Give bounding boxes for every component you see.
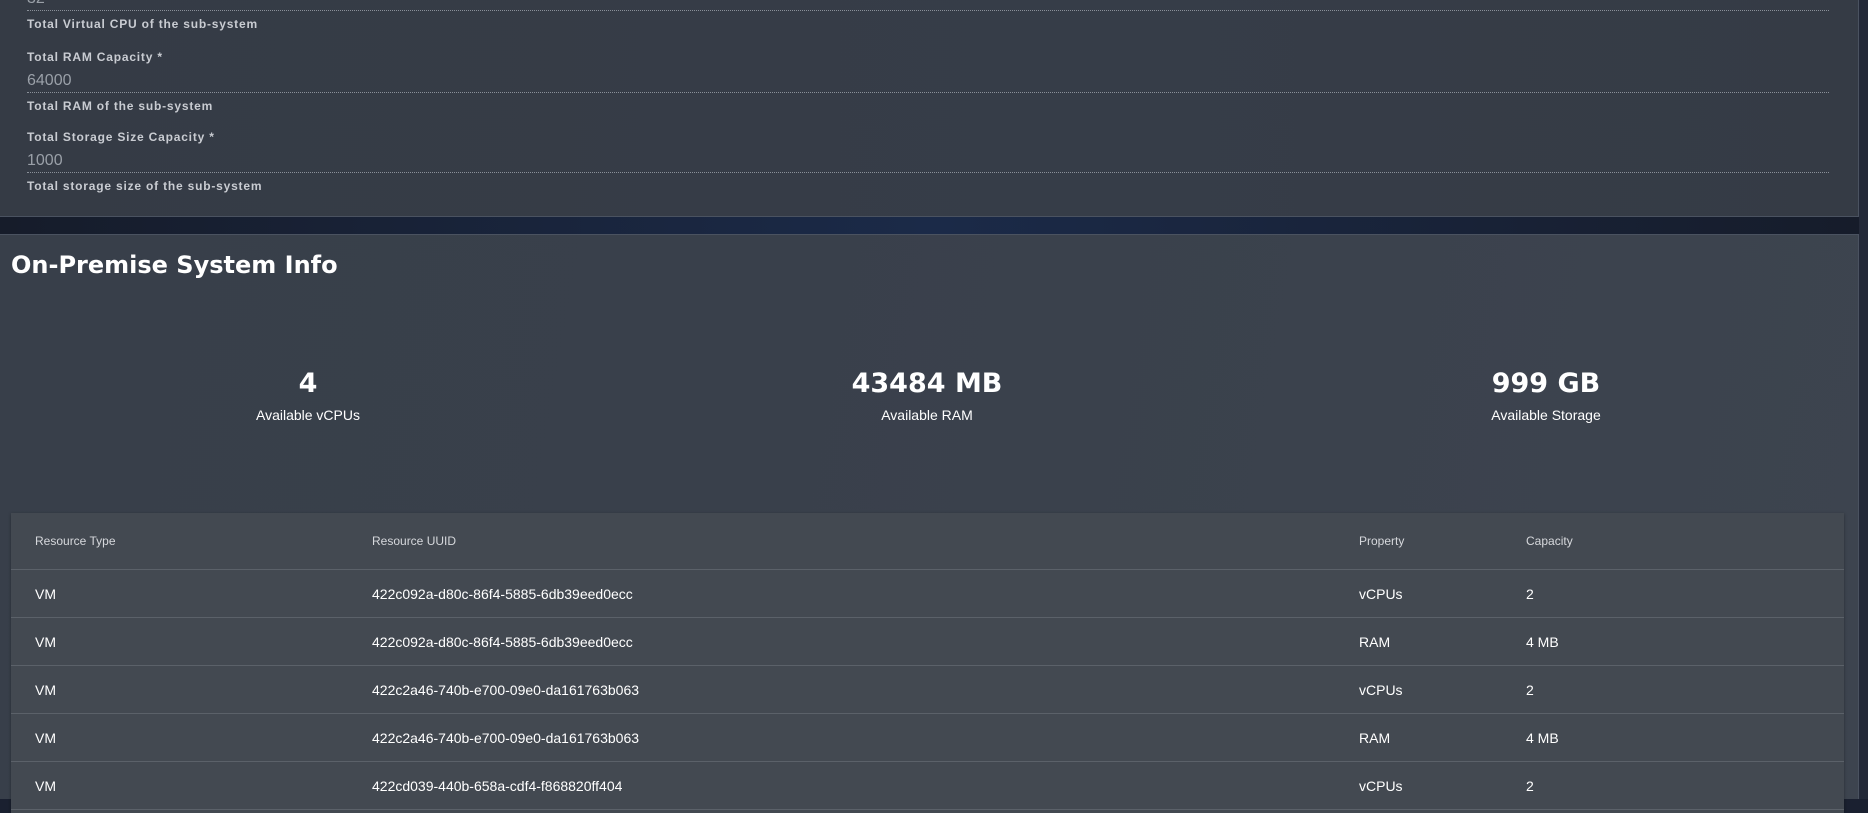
- cell-resource-type: VM: [11, 713, 372, 762]
- page-edge: [1859, 0, 1868, 799]
- column-header-capacity[interactable]: Capacity: [1526, 513, 1844, 570]
- table-row[interactable]: VM 422c2a46-740b-e700-09e0-da161763b063 …: [11, 665, 1844, 714]
- cell-resource-type: VM: [11, 617, 372, 666]
- table-row[interactable]: VM 422c2a46-740b-e700-09e0-da161763b063 …: [11, 713, 1844, 762]
- cell-property: RAM: [1359, 713, 1526, 762]
- stat-label: Available Storage: [1491, 407, 1601, 423]
- total-ram-field[interactable]: Total RAM Capacity * 64000 Total RAM of …: [27, 50, 1829, 113]
- cell-resource-type: VM: [11, 665, 372, 714]
- onprem-system-info-panel: On-Premise System Info 4 Available vCPUs…: [0, 234, 1859, 813]
- panel-gap: [0, 217, 1868, 234]
- total-storage-help: Total storage size of the sub-system: [27, 179, 263, 193]
- subsystem-capacity-panel: 32 Total Virtual CPU of the sub-system T…: [0, 0, 1859, 217]
- table-row[interactable]: VM 422c092a-d80c-86f4-5885-6db39eed0ecc …: [11, 569, 1844, 618]
- column-header-property[interactable]: Property: [1359, 513, 1526, 570]
- stat-value: 999 GB: [1491, 368, 1601, 399]
- stat-value: 4: [298, 368, 318, 399]
- cell-property: vCPUs: [1359, 665, 1526, 714]
- table-header-row: Resource Type Resource UUID Property Cap…: [11, 513, 1844, 570]
- total-ram-help: Total RAM of the sub-system: [27, 99, 214, 113]
- column-header-resource-uuid[interactable]: Resource UUID: [372, 513, 1359, 570]
- column-header-resource-type[interactable]: Resource Type: [11, 513, 372, 570]
- stat-ram: 43484 MB Available RAM: [777, 367, 1077, 423]
- table-row[interactable]: VM 422c092a-d80c-86f4-5885-6db39eed0ecc …: [11, 617, 1844, 666]
- resource-table: Resource Type Resource UUID Property Cap…: [11, 513, 1844, 813]
- cell-capacity: 2: [1526, 761, 1844, 810]
- stat-vcpus: 4 Available vCPUs: [158, 367, 458, 423]
- total-vcpu-field[interactable]: 32 Total Virtual CPU of the sub-system: [27, 0, 1829, 31]
- cell-property: vCPUs: [1359, 569, 1526, 618]
- cell-resource-type: VM: [11, 761, 372, 810]
- section-title: On-Premise System Info: [11, 251, 338, 279]
- total-vcpu-help: Total Virtual CPU of the sub-system: [27, 17, 258, 31]
- cell-capacity: 2: [1526, 569, 1844, 618]
- cell-property: vCPUs: [1359, 761, 1526, 810]
- cell-property: RAM: [1359, 617, 1526, 666]
- total-storage-field[interactable]: Total Storage Size Capacity * 1000 Total…: [27, 130, 1829, 193]
- total-ram-input[interactable]: 64000: [27, 70, 1829, 93]
- total-storage-input[interactable]: 1000: [27, 150, 1829, 173]
- total-ram-label: Total RAM Capacity *: [27, 50, 163, 64]
- total-vcpu-input[interactable]: 32: [27, 0, 1829, 11]
- cell-capacity: 2: [1526, 665, 1844, 714]
- cell-resource-uuid: 422cd039-440b-658a-cdf4-f868820ff404: [372, 761, 1359, 810]
- total-storage-label: Total Storage Size Capacity *: [27, 130, 215, 144]
- stat-label: Available RAM: [881, 407, 973, 423]
- cell-resource-type: VM: [11, 569, 372, 618]
- cell-resource-uuid: 422c2a46-740b-e700-09e0-da161763b063: [372, 665, 1359, 714]
- cell-resource-uuid: 422c092a-d80c-86f4-5885-6db39eed0ecc: [372, 617, 1359, 666]
- stat-label: Available vCPUs: [255, 407, 360, 423]
- cell-resource-uuid: 422c2a46-740b-e700-09e0-da161763b063: [372, 713, 1359, 762]
- cell-resource-uuid: 422c092a-d80c-86f4-5885-6db39eed0ecc: [372, 569, 1359, 618]
- stat-value: 43484 MB: [851, 368, 1003, 399]
- cell-capacity: 4 MB: [1526, 713, 1844, 762]
- table-row[interactable]: VM 422cd039-440b-658a-cdf4-f868820ff404 …: [11, 761, 1844, 810]
- cell-capacity: 4 MB: [1526, 617, 1844, 666]
- stat-storage: 999 GB Available Storage: [1396, 367, 1696, 423]
